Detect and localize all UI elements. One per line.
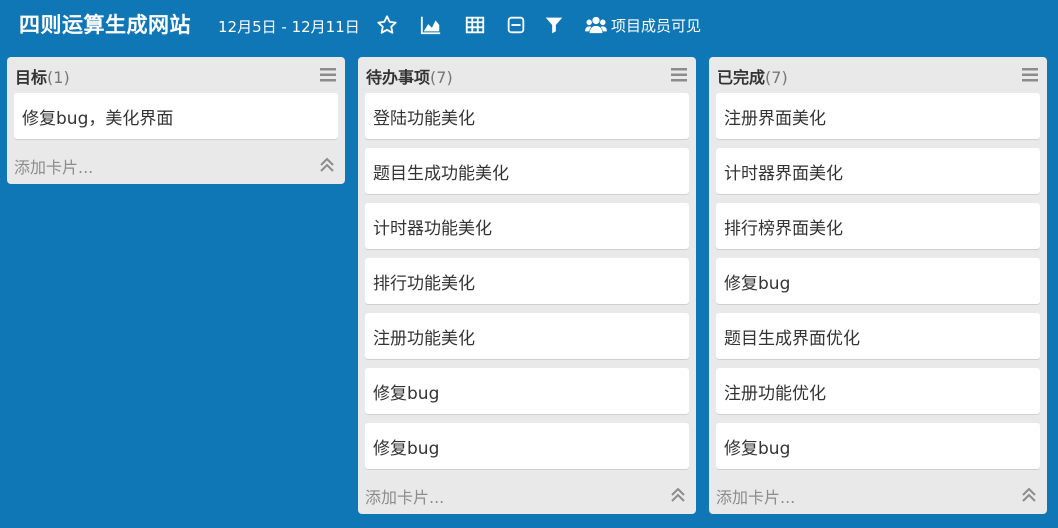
card-list: 登陆功能美化 题目生成功能美化 计时器功能美化 排行功能美化 注册功能美化 修复… [358, 93, 696, 469]
list-title-text: 已完成 [717, 68, 766, 87]
team-icon [585, 16, 607, 34]
chevron-double-up-icon[interactable] [670, 487, 686, 503]
card[interactable]: 注册界面美化 [716, 93, 1040, 139]
card[interactable]: 题目生成功能美化 [365, 148, 689, 194]
card[interactable]: 计时器功能美化 [365, 203, 689, 249]
card-list: 注册界面美化 计时器界面美化 排行榜界面美化 修复bug 题目生成界面优化 注册… [709, 93, 1047, 469]
card[interactable]: 修复bug [716, 423, 1040, 469]
card[interactable]: 修复bug [716, 258, 1040, 304]
list-todo: 待办事项(7) 登陆功能美化 题目生成功能美化 计时器功能美化 排行功能美化 注… [358, 57, 696, 514]
chevron-double-up-icon[interactable] [1021, 487, 1037, 503]
card[interactable]: 题目生成界面优化 [716, 313, 1040, 359]
board-title[interactable]: 四则运算生成网站 [19, 9, 191, 39]
list-menu-icon[interactable] [320, 68, 336, 82]
card[interactable]: 计时器界面美化 [716, 148, 1040, 194]
card[interactable]: 修复bug [365, 423, 689, 469]
filter-icon[interactable] [543, 14, 565, 36]
chevron-double-up-icon[interactable] [319, 157, 335, 173]
card[interactable]: 注册功能美化 [365, 313, 689, 359]
table-icon[interactable] [464, 14, 486, 36]
add-card-link[interactable]: 添加卡片... [365, 484, 444, 508]
collapse-box-icon[interactable] [505, 14, 527, 36]
card[interactable]: 修复bug，美化界面 [14, 93, 338, 139]
list-header: 目标(1) [7, 57, 345, 93]
card[interactable]: 排行功能美化 [365, 258, 689, 304]
visibility-label: 项目成员可见 [611, 16, 702, 35]
chart-icon[interactable] [420, 14, 442, 36]
list-title[interactable]: 已完成(7) [717, 64, 788, 88]
visibility-button[interactable]: 项目成员可见 [585, 13, 701, 37]
card[interactable]: 登陆功能美化 [365, 93, 689, 139]
card-list: 修复bug，美化界面 [7, 93, 345, 139]
list-count: (7) [765, 68, 788, 87]
list-footer: 添加卡片... [709, 478, 1047, 514]
list-menu-icon[interactable] [671, 68, 687, 82]
list-title[interactable]: 待办事项(7) [366, 64, 453, 88]
board-header: 四则运算生成网站 12月5日 - 12月11日 项目成员可见 [0, 0, 1058, 50]
card[interactable]: 注册功能优化 [716, 368, 1040, 414]
card[interactable]: 修复bug [365, 368, 689, 414]
list-count: (7) [430, 68, 453, 87]
list-header: 已完成(7) [709, 57, 1047, 93]
list-menu-icon[interactable] [1022, 68, 1038, 82]
add-card-link[interactable]: 添加卡片... [716, 484, 795, 508]
list-done: 已完成(7) 注册界面美化 计时器界面美化 排行榜界面美化 修复bug 题目生成… [709, 57, 1047, 514]
date-range[interactable]: 12月5日 - 12月11日 [218, 16, 360, 37]
list-goals: 目标(1) 修复bug，美化界面 添加卡片... [7, 57, 345, 184]
card[interactable]: 排行榜界面美化 [716, 203, 1040, 249]
add-card-link[interactable]: 添加卡片... [14, 154, 93, 178]
list-count: (1) [47, 68, 70, 87]
list-footer: 添加卡片... [7, 148, 345, 184]
list-title-text: 目标 [15, 68, 48, 87]
star-icon[interactable] [376, 14, 398, 36]
list-title-text: 待办事项 [366, 68, 431, 87]
list-title[interactable]: 目标(1) [15, 64, 70, 88]
list-header: 待办事项(7) [358, 57, 696, 93]
list-footer: 添加卡片... [358, 478, 696, 514]
